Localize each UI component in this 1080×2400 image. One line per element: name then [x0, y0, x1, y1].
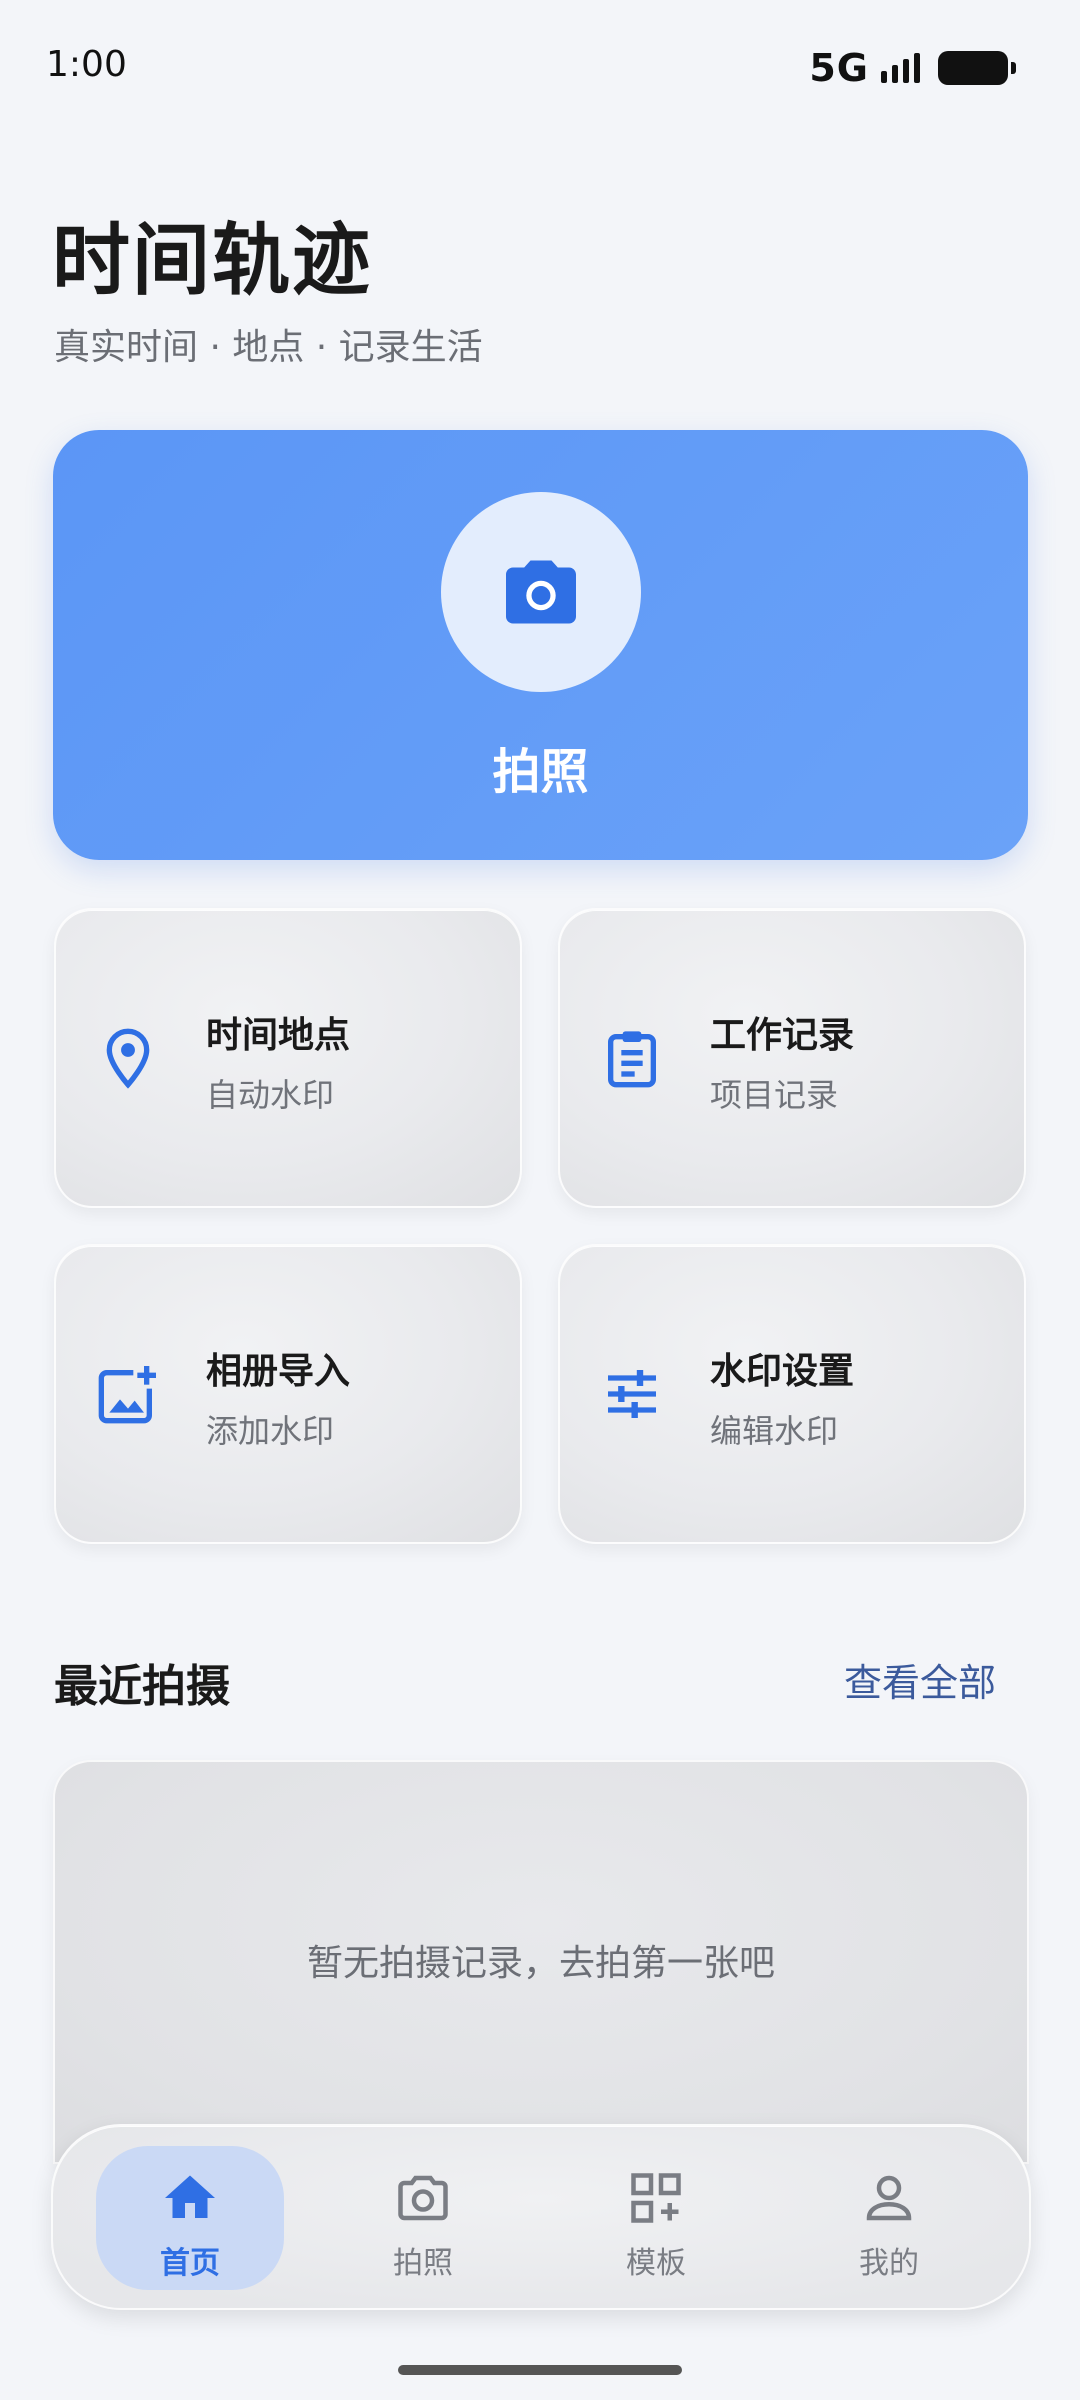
- nav-item-profile[interactable]: 我的: [795, 2146, 983, 2290]
- feature-title: 相册导入: [206, 1351, 351, 1392]
- status-bar: 1:00 5G: [0, 0, 1080, 130]
- status-indicators: 5G: [809, 46, 1016, 90]
- nav-item-home[interactable]: 首页: [96, 2146, 284, 2290]
- home-screen: 1:00 5G 时间轨迹 真实时间 · 地点 · 记录生活 拍照 时间地点 自动…: [0, 0, 1080, 2400]
- camera-icon: [506, 560, 576, 624]
- sliders-icon: [608, 1370, 656, 1418]
- feature-desc: 自动水印: [206, 1076, 335, 1114]
- person-icon: [866, 2175, 912, 2221]
- feature-card-album-import[interactable]: 相册导入 添加水印: [54, 1244, 522, 1544]
- recent-photos-panel: 暂无拍摄记录，去拍第一张吧: [53, 1760, 1029, 2164]
- feature-card-time-location[interactable]: 时间地点 自动水印: [54, 908, 522, 1208]
- feature-card-watermark-settings[interactable]: 水印设置 编辑水印: [558, 1244, 1026, 1544]
- bottom-nav: 首页 拍照 模板 我的: [51, 2124, 1031, 2310]
- home-icon: [165, 2175, 215, 2218]
- view-all-link[interactable]: 查看全部: [844, 1652, 996, 1707]
- feature-desc: 项目记录: [710, 1076, 839, 1114]
- feature-title: 时间地点: [206, 1015, 351, 1056]
- location-pin-icon: [106, 1028, 150, 1089]
- nav-label: 我的: [859, 2246, 919, 2281]
- nav-item-camera[interactable]: 拍照: [329, 2146, 517, 2290]
- battery-icon: [938, 51, 1016, 85]
- template-grid-icon: [631, 2173, 681, 2223]
- clipboard-icon: [608, 1031, 656, 1088]
- page-subtitle: 真实时间 · 地点 · 记录生活: [54, 327, 483, 368]
- empty-state-text: 暂无拍摄记录，去拍第一张吧: [306, 1943, 775, 1984]
- nav-label: 首页: [160, 2246, 220, 2281]
- hero-label: 拍照: [492, 744, 589, 800]
- camera-outline-icon: [398, 2175, 448, 2221]
- feature-card-work-record[interactable]: 工作记录 项目记录: [558, 908, 1026, 1208]
- recent-section-title: 最近拍摄: [54, 1661, 230, 1712]
- feature-title: 工作记录: [710, 1015, 855, 1056]
- feature-desc: 编辑水印: [710, 1412, 839, 1450]
- page-title: 时间轨迹: [52, 216, 373, 306]
- nav-item-templates[interactable]: 模板: [562, 2146, 750, 2290]
- signal-icon: [881, 53, 920, 83]
- network-label: 5G: [809, 46, 869, 90]
- nav-label: 模板: [626, 2246, 686, 2281]
- take-photo-card[interactable]: 拍照: [53, 430, 1028, 860]
- feature-desc: 添加水印: [206, 1412, 335, 1450]
- status-time: 1:00: [46, 44, 127, 85]
- home-indicator[interactable]: [398, 2365, 682, 2375]
- hero-icon-circle: [441, 492, 641, 692]
- feature-title: 水印设置: [710, 1351, 855, 1392]
- add-photo-icon: [98, 1366, 156, 1424]
- nav-label: 拍照: [393, 2246, 453, 2281]
